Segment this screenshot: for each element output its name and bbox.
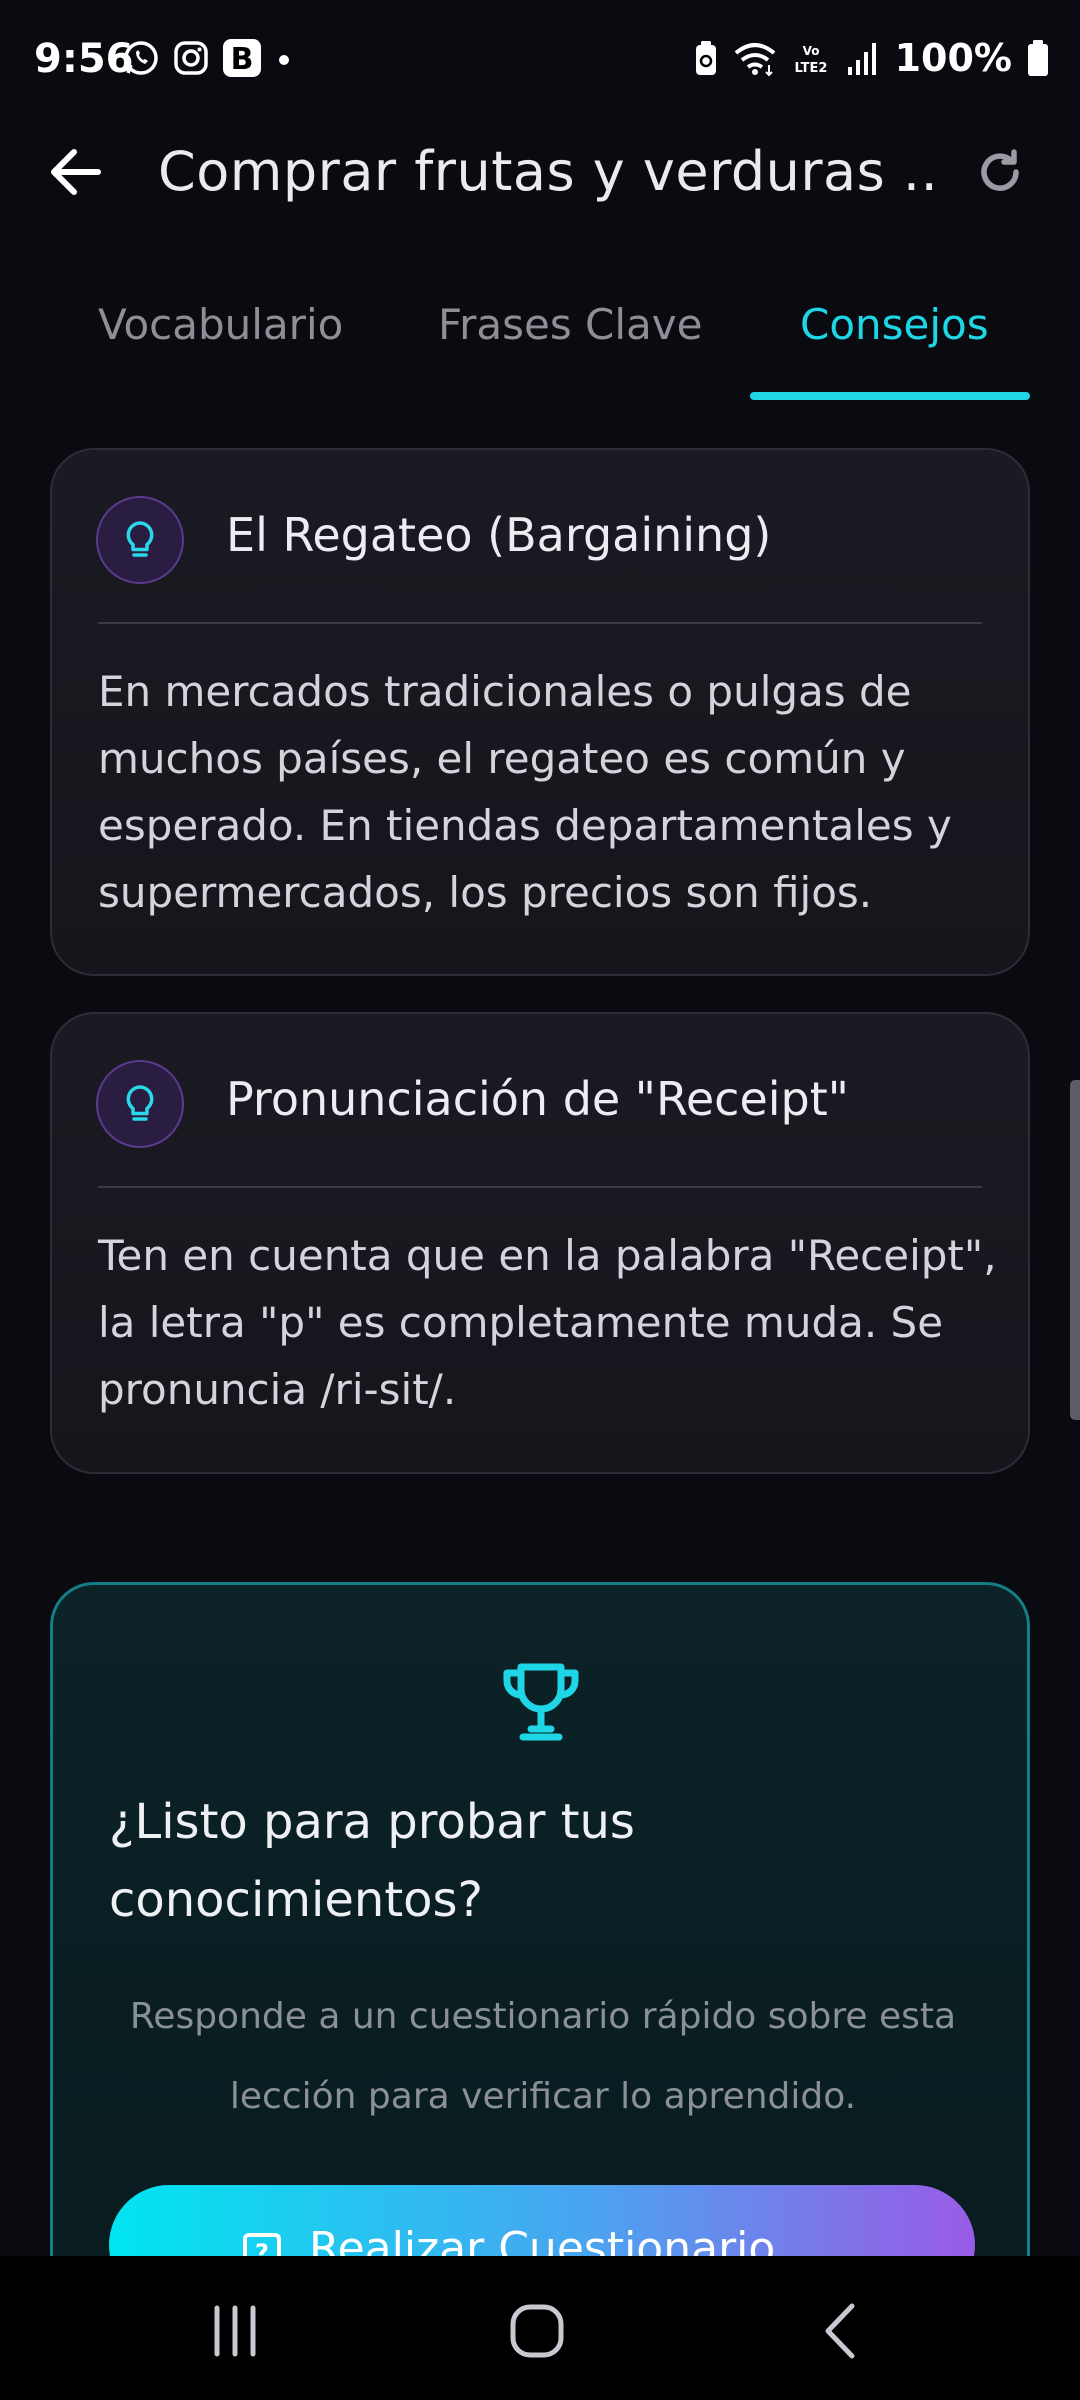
tip-body: Ten en cuenta que en la palabra "Receipt…: [98, 1231, 997, 1414]
recent-apps-icon: [214, 2305, 256, 2357]
active-tab-indicator: [750, 392, 1030, 400]
instagram-icon: [174, 41, 208, 75]
page-title: Comprar frutas y verduras ...: [158, 140, 938, 203]
tip-icon-badge: [96, 1060, 184, 1148]
tab-frases-clave[interactable]: Frases Clave: [438, 300, 703, 349]
tab-bar: Vocabulario Frases Clave Consejos: [0, 270, 1080, 400]
battery-saver-icon: [695, 41, 716, 75]
notification-icons: B: [122, 38, 294, 78]
tip-icon-badge: [96, 496, 184, 584]
back-icon: [825, 2303, 855, 2359]
tab-vocabulario[interactable]: Vocabulario: [98, 300, 343, 349]
quiz-title: ¿Listo para probar tus conocimientos?: [109, 1794, 635, 1928]
dot-icon: [279, 55, 289, 65]
tab-consejos[interactable]: Consejos: [800, 300, 989, 349]
recent-apps-button[interactable]: [200, 2296, 270, 2366]
svg-text:B: B: [231, 42, 254, 77]
status-time: 9:56: [34, 36, 134, 82]
arrow-left-icon: [51, 149, 101, 195]
refresh-icon: [981, 149, 1019, 191]
svg-text:Vo: Vo: [802, 44, 819, 58]
refresh-button[interactable]: [972, 144, 1036, 208]
whatsapp-icon: [124, 41, 158, 75]
app-bar: Comprar frutas y verduras ...: [0, 120, 1080, 230]
status-bar: 9:56 B Vo LTE2 100%: [0, 0, 1080, 120]
quiz-description: Responde a un cuestionario rápido sobre …: [129, 1996, 957, 2117]
scrollbar-thumb[interactable]: [1070, 1080, 1080, 1420]
tip-body: En mercados tradicionales o pulgas de mu…: [98, 667, 952, 917]
tip-title: El Regateo (Bargaining): [226, 508, 772, 562]
divider: [98, 622, 982, 624]
system-nav-bar: [0, 2256, 1080, 2400]
home-icon: [510, 2304, 564, 2358]
screen: 9:56 B Vo LTE2 100% Comprar frutas y ver…: [0, 0, 1080, 2400]
battery-icon: [1028, 40, 1048, 76]
svg-text:LTE2: LTE2: [794, 61, 827, 76]
tip-card: Pronunciación de "Receipt" Ten en cuenta…: [50, 1012, 1030, 1474]
signal-icon: [847, 43, 876, 75]
b-app-icon: B: [223, 39, 261, 77]
trophy-icon: [503, 1663, 579, 1741]
nav-back-button[interactable]: [806, 2296, 876, 2366]
lightbulb-icon: [126, 521, 154, 557]
tip-title: Pronunciación de "Receipt": [226, 1072, 849, 1126]
back-button[interactable]: [44, 140, 124, 210]
lightbulb-icon: [126, 1085, 154, 1121]
battery-percentage: 100%: [894, 36, 1012, 80]
tip-card: El Regateo (Bargaining) En mercados trad…: [50, 448, 1030, 976]
home-button[interactable]: [502, 2296, 572, 2366]
divider: [98, 1186, 982, 1188]
volte-icon: Vo LTE2: [794, 44, 827, 76]
wifi-icon: [734, 43, 775, 77]
system-icons: Vo LTE2 100%: [693, 36, 1050, 80]
